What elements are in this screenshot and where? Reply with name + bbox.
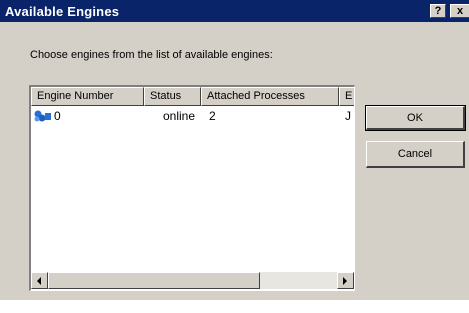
horizontal-scrollbar[interactable] [31,272,354,289]
column-header-status[interactable]: Status [144,87,201,106]
column-header-attached-processes[interactable]: Attached Processes [201,87,339,106]
available-engines-dialog: Available Engines ? x Choose engines fro… [0,0,469,300]
arrow-left-icon [37,277,41,285]
arrow-right-icon [343,277,347,285]
attached-processes-cell: 2 [209,109,216,123]
scroll-left-button[interactable] [31,272,48,289]
engine-number-cell: 0 [54,109,61,123]
scroll-right-button[interactable] [337,272,354,289]
list-header: Engine Number Status Attached Processes … [31,87,354,106]
close-button[interactable]: x [450,4,469,18]
scrollbar-thumb[interactable] [48,272,260,289]
status-cell: online [163,109,196,123]
ok-button[interactable]: OK [365,105,466,131]
engine-icon [33,109,53,123]
cancel-button[interactable]: Cancel [366,141,465,168]
help-button[interactable]: ? [430,4,446,18]
column-header-truncated[interactable]: E [339,87,354,106]
list-item[interactable]: 0 online 2 J [31,108,354,124]
column-header-engine-number[interactable]: Engine Number [31,87,144,106]
title-bar[interactable]: Available Engines ? x [0,0,469,22]
engines-list[interactable]: Engine Number Status Attached Processes … [29,85,355,291]
dialog-title: Available Engines [5,4,120,19]
instruction-text: Choose engines from the list of availabl… [30,49,273,61]
truncated-cell: J [345,109,351,123]
